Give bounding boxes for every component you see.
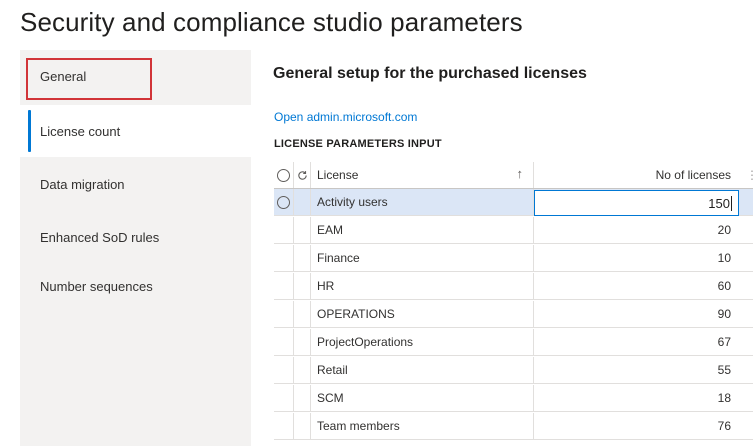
license-count-cell[interactable]: 76 bbox=[534, 413, 739, 439]
row-gutter bbox=[294, 273, 311, 299]
table-row[interactable]: EAM 20 bbox=[274, 217, 753, 244]
radio-icon bbox=[277, 195, 290, 209]
license-cell[interactable]: HR bbox=[311, 273, 534, 299]
row-gutter bbox=[294, 189, 311, 215]
row-select-cell[interactable] bbox=[274, 329, 294, 355]
license-count-value: 67 bbox=[717, 335, 731, 349]
admin-center-link[interactable]: Open admin.microsoft.com bbox=[274, 110, 417, 124]
license-count-cell[interactable]: 18 bbox=[534, 385, 739, 411]
row-gutter bbox=[294, 357, 311, 383]
license-cell[interactable]: Team members bbox=[311, 413, 534, 439]
row-select-cell[interactable] bbox=[274, 217, 294, 243]
license-cell[interactable]: Finance bbox=[311, 245, 534, 271]
page-title: Security and compliance studio parameter… bbox=[20, 7, 523, 37]
column-options-icon[interactable]: ⋮ bbox=[746, 168, 753, 182]
license-cell[interactable]: Activity users bbox=[311, 189, 534, 215]
table-row[interactable]: ProjectOperations 67 bbox=[274, 329, 753, 356]
license-count-value: 60 bbox=[717, 279, 731, 293]
row-select-cell[interactable] bbox=[274, 357, 294, 383]
license-count-value: 18 bbox=[717, 391, 731, 405]
column-header-label: License bbox=[317, 168, 359, 182]
license-count-value: 20 bbox=[717, 223, 731, 237]
sidebar-item-enhanced-sod-rules[interactable]: Enhanced SoD rules bbox=[20, 211, 251, 263]
row-select-cell[interactable] bbox=[274, 413, 294, 439]
sidebar-item-data-migration[interactable]: Data migration bbox=[20, 158, 251, 210]
license-cell[interactable]: OPERATIONS bbox=[311, 301, 534, 327]
sidebar-item-label: Enhanced SoD rules bbox=[40, 229, 160, 245]
license-name: Team members bbox=[317, 419, 400, 433]
license-count-input[interactable]: 150 bbox=[534, 190, 739, 216]
select-all-radio[interactable] bbox=[274, 162, 294, 188]
table-row[interactable]: Retail 55 bbox=[274, 357, 753, 384]
license-name: Finance bbox=[317, 251, 360, 265]
license-name: OPERATIONS bbox=[317, 307, 395, 321]
row-select-cell[interactable] bbox=[274, 301, 294, 327]
license-count-cell[interactable]: 55 bbox=[534, 357, 739, 383]
license-count-value: 150 bbox=[708, 195, 730, 211]
column-header-no-of-licenses[interactable]: No of licenses bbox=[534, 162, 739, 188]
refresh-button[interactable] bbox=[294, 162, 311, 188]
row-gutter bbox=[294, 245, 311, 271]
grid-caption: LICENSE PARAMETERS INPUT bbox=[274, 138, 442, 150]
license-count-cell[interactable]: 67 bbox=[534, 329, 739, 355]
row-select-cell[interactable] bbox=[274, 245, 294, 271]
row-gutter bbox=[294, 385, 311, 411]
sidebar-item-label: Number sequences bbox=[40, 278, 153, 294]
license-count-cell[interactable]: 60 bbox=[534, 273, 739, 299]
sidebar-item-number-sequences[interactable]: Number sequences bbox=[20, 260, 251, 312]
sidebar-item-license-count[interactable]: License count bbox=[20, 105, 251, 157]
row-gutter bbox=[294, 301, 311, 327]
row-gutter bbox=[294, 217, 311, 243]
license-count-value: 10 bbox=[717, 251, 731, 265]
license-count-cell[interactable]: 90 bbox=[534, 301, 739, 327]
radio-icon bbox=[277, 168, 290, 182]
table-row[interactable]: HR 60 bbox=[274, 273, 753, 300]
license-name: SCM bbox=[317, 391, 344, 405]
row-select-cell[interactable] bbox=[274, 385, 294, 411]
table-row[interactable]: OPERATIONS 90 bbox=[274, 301, 753, 328]
text-caret bbox=[731, 195, 732, 211]
license-cell[interactable]: SCM bbox=[311, 385, 534, 411]
refresh-icon bbox=[297, 170, 307, 180]
sidebar: General License count Data migration Enh… bbox=[20, 50, 251, 446]
license-name: Activity users bbox=[317, 195, 388, 209]
column-header-label: No of licenses bbox=[655, 168, 731, 182]
license-count-cell[interactable]: 20 bbox=[534, 217, 739, 243]
license-count-value: 55 bbox=[717, 363, 731, 377]
license-count-value: 90 bbox=[717, 307, 731, 321]
selection-indicator bbox=[28, 110, 31, 152]
table-row[interactable]: Finance 10 bbox=[274, 245, 753, 272]
sidebar-item-label: License count bbox=[40, 123, 121, 139]
license-cell[interactable]: EAM bbox=[311, 217, 534, 243]
table-row[interactable]: Team members 76 bbox=[274, 413, 753, 440]
license-count-value: 76 bbox=[717, 419, 731, 433]
license-name: ProjectOperations bbox=[317, 335, 414, 349]
row-gutter bbox=[294, 413, 311, 439]
sort-ascending-icon: ↑ bbox=[516, 166, 524, 181]
row-gutter bbox=[294, 329, 311, 355]
table-row[interactable]: Activity users 150 bbox=[274, 189, 753, 216]
row-select-cell[interactable] bbox=[274, 273, 294, 299]
grid-header-row: License ↑ No of licenses ⋮ bbox=[274, 162, 753, 189]
license-count-cell[interactable]: 10 bbox=[534, 245, 739, 271]
license-cell[interactable]: Retail bbox=[311, 357, 534, 383]
column-header-license[interactable]: License ↑ bbox=[311, 162, 534, 188]
license-name: Retail bbox=[317, 363, 348, 377]
license-name: HR bbox=[317, 279, 335, 293]
row-select-radio[interactable] bbox=[274, 189, 294, 215]
sidebar-item-label: Data migration bbox=[40, 176, 125, 192]
annotation-highlight-box bbox=[26, 58, 152, 100]
table-row[interactable]: SCM 18 bbox=[274, 385, 753, 412]
license-name: EAM bbox=[317, 223, 344, 237]
license-cell[interactable]: ProjectOperations bbox=[311, 329, 534, 355]
section-title: General setup for the purchased licenses bbox=[273, 65, 587, 82]
